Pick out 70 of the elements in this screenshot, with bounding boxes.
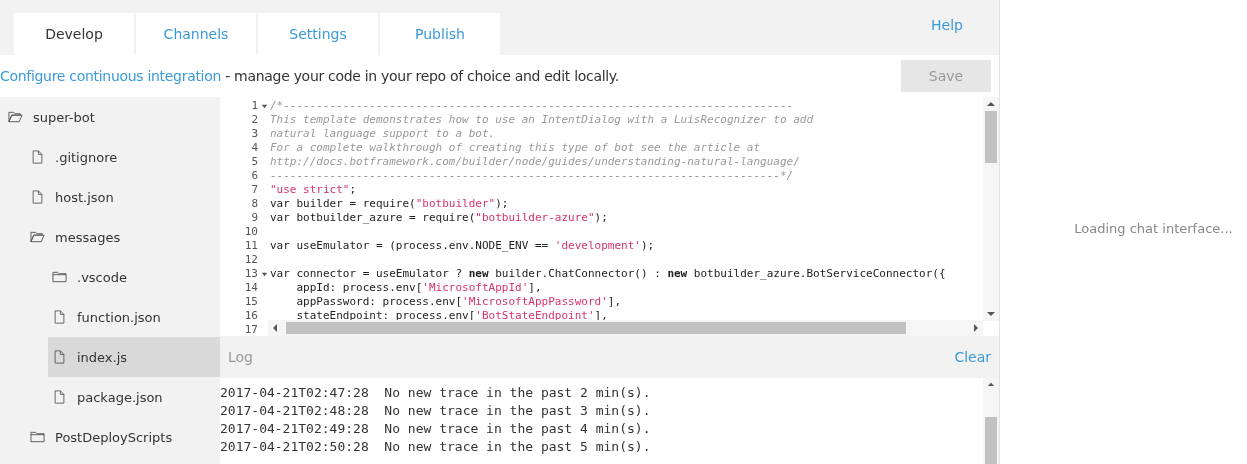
scroll-up-icon[interactable] — [987, 101, 995, 107]
file-icon — [52, 310, 67, 324]
code-line: http://docs.botframework.com/builder/node/guides/understanding-natural-language/ — [270, 155, 800, 169]
line-number: 4 — [251, 141, 258, 155]
line-number: 14 — [244, 281, 258, 295]
scroll-down-icon[interactable] — [987, 311, 995, 317]
file-tree-item[interactable]: PostDeployScripts — [26, 417, 220, 457]
folder-icon — [30, 430, 45, 444]
file-tree-item[interactable]: messages — [26, 217, 220, 257]
file-icon — [52, 390, 67, 404]
loading-status: Loading chat interface... — [1074, 220, 1233, 236]
code-line: appId: process.env['MicrosoftAppId'], — [295, 281, 542, 295]
file-tree-item[interactable]: host.json — [26, 177, 220, 217]
log-line: 2017-04-21T02:49:28 No new trace in the past 4 min(s). — [220, 420, 651, 438]
file-tree-item[interactable]: .gitignore — [26, 137, 220, 177]
code-line: appPassword: process.env['MicrosoftAppPassword'], — [295, 295, 621, 309]
scroll-thumb[interactable] — [286, 322, 906, 334]
file-tree-item[interactable]: index.js — [48, 337, 220, 377]
line-number: 11 — [244, 239, 258, 253]
open-folder-icon — [8, 110, 23, 124]
horizontal-scrollbar[interactable] — [268, 320, 983, 336]
file-icon — [52, 350, 67, 364]
file-icon — [30, 150, 45, 164]
code-line: -----------------------------------------------------------------------------*/ — [270, 169, 794, 183]
fold-caret-icon[interactable] — [260, 102, 268, 110]
open-folder-icon — [30, 230, 45, 244]
scroll-thumb[interactable] — [985, 111, 997, 163]
line-number: 13 — [244, 267, 258, 281]
file-tree-item[interactable]: super-bot — [4, 97, 220, 137]
line-number: 7 — [251, 183, 258, 197]
line-number: 8 — [251, 197, 258, 211]
line-number: 1 — [251, 99, 258, 113]
log-line: 2017-04-21T02:50:28 No new trace in the past 5 min(s). — [220, 438, 651, 456]
folder-icon — [52, 270, 67, 284]
scroll-up-icon[interactable] — [987, 382, 995, 387]
line-number: 10 — [244, 225, 258, 239]
file-tree-item[interactable]: package.json — [48, 377, 220, 417]
line-number: 3 — [251, 127, 258, 141]
file-tree-item[interactable]: .vscode — [48, 257, 220, 297]
code-line: var builder = require("botbuilder"); — [270, 197, 509, 211]
code-line: var useEmulator = (process.env.NODE_ENV == 'development'); — [270, 239, 655, 253]
code-line: For a complete walkthrough of creating this type of bot see the article at — [270, 141, 761, 155]
code-line: var botbuilder_azure = require("botbuilder-azure"); — [270, 211, 608, 225]
log-scrollbar[interactable] — [983, 378, 999, 464]
line-number: 6 — [251, 169, 258, 183]
line-number: 16 — [244, 309, 258, 323]
code-editor[interactable] — [220, 97, 999, 336]
code-line: This template demonstrates how to use an IntentDialog with a LuisRecognizer to add — [270, 113, 814, 127]
scroll-right-icon[interactable] — [973, 324, 979, 332]
vertical-scrollbar[interactable] — [983, 97, 999, 321]
log-line: 2017-04-21T02:47:28 No new trace in the past 2 min(s). — [220, 384, 651, 402]
code-line: natural language support to a bot. — [270, 127, 496, 141]
file-tree-item[interactable]: function.json — [48, 297, 220, 337]
file-icon — [30, 190, 45, 204]
line-number: 15 — [244, 295, 258, 309]
fold-caret-icon[interactable] — [260, 270, 268, 278]
line-number: 2 — [251, 113, 258, 127]
code-line: /*----------------------------------------------------------------------------- — [270, 99, 794, 113]
scroll-thumb[interactable] — [985, 416, 997, 464]
scroll-left-icon[interactable] — [272, 324, 278, 332]
line-number: 5 — [251, 155, 258, 169]
code-line: var connector = useEmulator ? new builder.ChatConnector() : new botbuilder_azure.BotServiceConnector({ — [270, 267, 946, 281]
info-text: - manage your code in your repo of choice and edit locally. — [224, 68, 619, 84]
code-line: "use strict"; — [270, 183, 357, 197]
line-number: 17 — [244, 323, 258, 336]
line-number: 9 — [251, 211, 258, 225]
line-number: 12 — [244, 253, 258, 267]
tab[interactable]: Develop — [14, 13, 134, 55]
log-line: 2017-04-21T02:48:28 No new trace in the past 3 min(s). — [220, 402, 651, 420]
log-title: Log — [228, 349, 253, 365]
